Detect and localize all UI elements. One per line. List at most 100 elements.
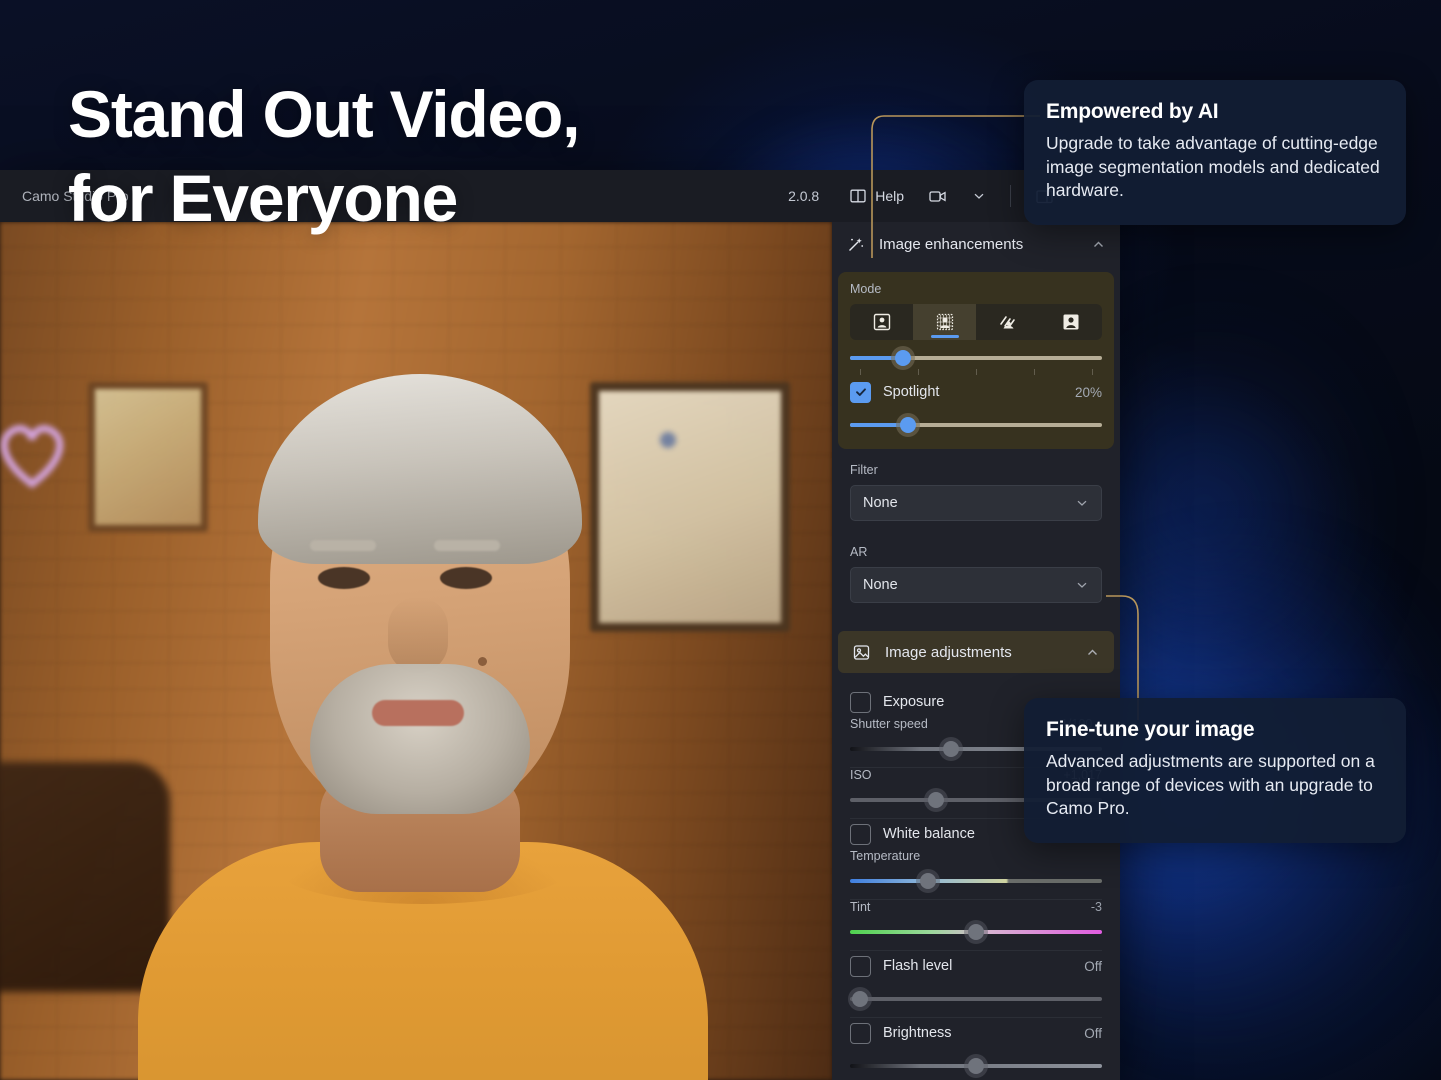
brightness-row[interactable]: Brightness Off bbox=[850, 1018, 1102, 1048]
flash-level-value: Off bbox=[1084, 958, 1102, 974]
mode-selector[interactable] bbox=[850, 304, 1102, 340]
flash-level-row[interactable]: Flash level Off bbox=[850, 951, 1102, 981]
subject-lips bbox=[372, 700, 464, 726]
video-preview[interactable] bbox=[0, 222, 832, 1080]
callout-empowered-by-ai: Empowered by AI Upgrade to take advantag… bbox=[1024, 80, 1406, 225]
temperature-label-row: Temperature bbox=[850, 849, 1102, 863]
callout-fine-tune: Fine-tune your image Advanced adjustment… bbox=[1024, 698, 1406, 843]
slider-knob[interactable] bbox=[968, 1058, 984, 1074]
screenshot-root: Stand Out Video, for Everyone Camo Studi… bbox=[0, 0, 1441, 1080]
person-silhouette-icon bbox=[1061, 312, 1081, 332]
spotlight-checkbox[interactable] bbox=[850, 381, 871, 403]
ar-group: AR None bbox=[838, 537, 1114, 613]
exposure-checkbox[interactable] bbox=[850, 691, 871, 713]
mode-group: Mode Spotlight 20% bbox=[838, 272, 1114, 449]
subject-nose bbox=[388, 597, 448, 673]
subject-eye bbox=[440, 567, 492, 589]
callout-body: Upgrade to take advantage of cutting-edg… bbox=[1046, 133, 1380, 201]
white-balance-checkbox[interactable] bbox=[850, 823, 871, 845]
brightness-label: Brightness bbox=[883, 1025, 952, 1041]
subject-mole bbox=[478, 657, 487, 666]
flash-level-checkbox[interactable] bbox=[850, 955, 871, 977]
camera-source-button[interactable] bbox=[918, 179, 958, 213]
subject-eye bbox=[318, 567, 370, 589]
flash-level-slider[interactable] bbox=[850, 989, 1102, 1009]
blur-amount-slider[interactable] bbox=[850, 348, 1102, 368]
camera-source-dropdown[interactable] bbox=[962, 179, 996, 213]
section-header-image-enhancements[interactable]: Image enhancements bbox=[832, 222, 1120, 266]
slider-knob[interactable] bbox=[852, 991, 869, 1007]
tint-value: -3 bbox=[1090, 900, 1102, 914]
slider-track bbox=[850, 879, 1102, 883]
section-header-image-adjustments[interactable]: Image adjustments bbox=[838, 631, 1114, 673]
book-icon bbox=[849, 187, 867, 205]
mode-blur-strokes-button[interactable] bbox=[976, 304, 1039, 340]
slider-knob[interactable] bbox=[920, 873, 937, 889]
subject-eyebrow bbox=[434, 540, 500, 551]
person-grid-icon bbox=[935, 312, 955, 332]
image-icon bbox=[852, 643, 871, 662]
slider-track bbox=[850, 997, 1102, 1001]
temperature-slider[interactable] bbox=[850, 871, 1102, 891]
tint-slider[interactable] bbox=[850, 922, 1102, 942]
temperature-label: Temperature bbox=[850, 849, 921, 863]
slider-knob[interactable] bbox=[894, 350, 911, 366]
white-balance-label: White balance bbox=[883, 826, 975, 842]
slider-knob[interactable] bbox=[942, 741, 959, 757]
slider-knob[interactable] bbox=[927, 792, 944, 808]
brightness-value: Off bbox=[1084, 1025, 1102, 1041]
spotlight-row[interactable]: Spotlight 20% bbox=[850, 377, 1102, 407]
chevron-down-icon bbox=[1075, 496, 1089, 510]
filter-dropdown[interactable]: None bbox=[850, 485, 1102, 521]
slider-ticks bbox=[850, 369, 1102, 377]
flash-level-label: Flash level bbox=[883, 958, 953, 974]
camera-icon bbox=[928, 187, 948, 205]
blur-strokes-icon bbox=[997, 312, 1019, 332]
brightness-checkbox[interactable] bbox=[850, 1022, 871, 1044]
help-button[interactable]: Help bbox=[839, 179, 914, 213]
brightness-slider[interactable] bbox=[850, 1056, 1102, 1076]
shutter-speed-label: Shutter speed bbox=[850, 717, 928, 731]
version-label: 2.0.8 bbox=[788, 188, 820, 204]
filter-value: None bbox=[863, 495, 898, 511]
spotlight-value: 20% bbox=[1074, 384, 1102, 400]
tint-label-row: Tint -3 bbox=[850, 900, 1102, 914]
titlebar-divider bbox=[1010, 185, 1011, 207]
help-label: Help bbox=[875, 188, 904, 204]
slider-knob[interactable] bbox=[899, 417, 916, 433]
subject-beard bbox=[310, 664, 530, 814]
subject-eyebrow bbox=[310, 540, 376, 551]
filter-group: Filter None bbox=[838, 455, 1114, 531]
chevron-up-icon[interactable] bbox=[1085, 645, 1100, 660]
ar-label: AR bbox=[850, 545, 868, 559]
mode-standard-button[interactable] bbox=[850, 304, 913, 340]
mode-blur-background-button[interactable] bbox=[913, 304, 976, 340]
marketing-headline: Stand Out Video, for Everyone bbox=[68, 77, 580, 236]
exposure-label: Exposure bbox=[883, 694, 945, 710]
callout-title: Fine-tune your image bbox=[1046, 718, 1255, 741]
subject-person bbox=[120, 312, 720, 1080]
callout-title: Empowered by AI bbox=[1046, 100, 1219, 123]
wallpaper-bloom bbox=[1100, 300, 1360, 720]
slider-knob[interactable] bbox=[968, 924, 984, 940]
ar-dropdown[interactable]: None bbox=[850, 567, 1102, 603]
iso-label: ISO bbox=[850, 768, 872, 782]
chevron-down-icon bbox=[1075, 578, 1089, 592]
spotlight-slider[interactable] bbox=[850, 415, 1102, 435]
mode-portrait-button[interactable] bbox=[1039, 304, 1102, 340]
spotlight-label: Spotlight bbox=[883, 384, 940, 400]
mode-label: Mode bbox=[850, 282, 882, 296]
tint-label: Tint bbox=[850, 900, 871, 914]
filter-label: Filter bbox=[850, 463, 878, 477]
controls-panel: Image enhancements Mode Spotlight 20% Fi… bbox=[832, 222, 1120, 1080]
person-frame-icon bbox=[872, 312, 892, 332]
subject-hair bbox=[258, 374, 582, 564]
chevron-up-icon[interactable] bbox=[1091, 237, 1106, 252]
callout-body: Advanced adjustments are supported on a … bbox=[1046, 751, 1375, 819]
magic-wand-icon bbox=[846, 235, 865, 254]
section-title: Image adjustments bbox=[885, 643, 1012, 661]
chevron-down-icon bbox=[972, 189, 986, 203]
decor-heart-icon bbox=[0, 412, 74, 496]
section-title: Image enhancements bbox=[879, 235, 1024, 253]
camo-studio-window: Camo Studio Pro 2.0.8 Help Image enhance… bbox=[0, 170, 1120, 1080]
